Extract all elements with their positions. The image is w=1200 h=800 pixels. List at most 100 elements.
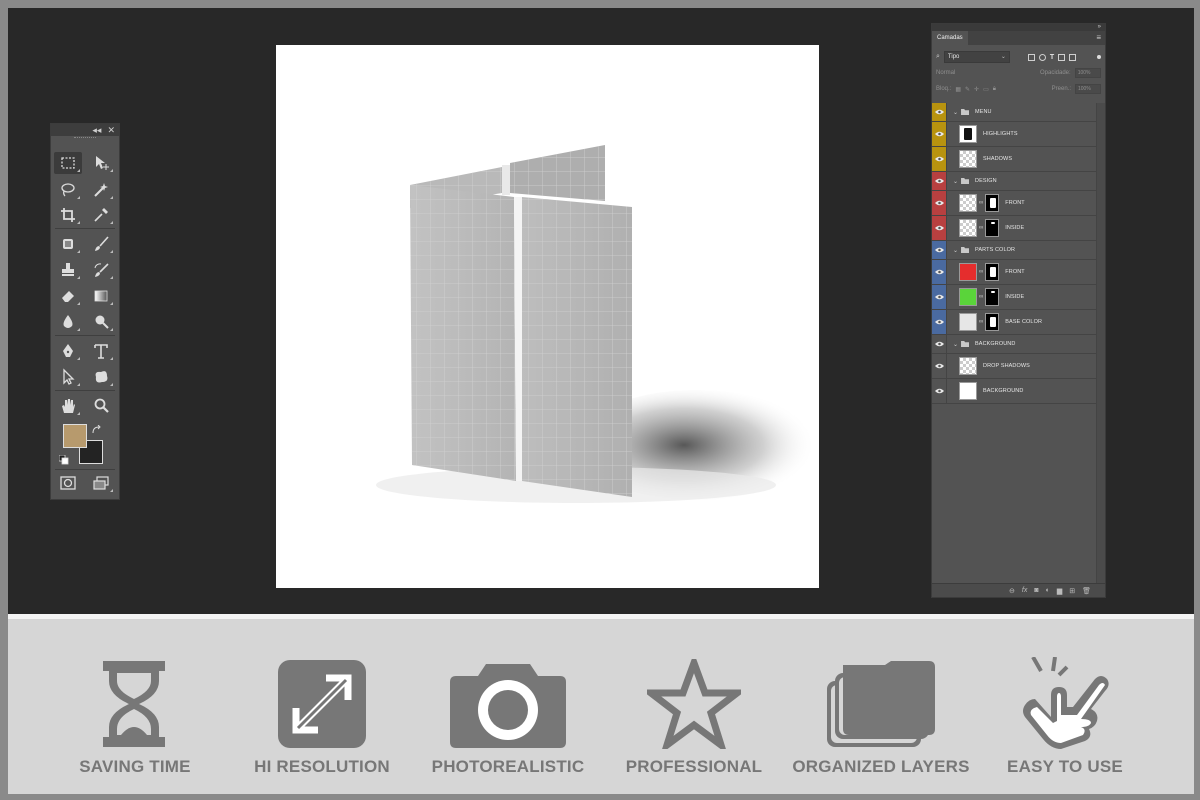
- panel-menu-icon[interactable]: ≡: [1096, 31, 1105, 45]
- visibility-eye-icon[interactable]: [932, 191, 947, 215]
- panel-grip[interactable]: [51, 136, 119, 141]
- collapse-icon[interactable]: ◂◂: [92, 125, 101, 136]
- crop-tool-icon[interactable]: [54, 204, 82, 226]
- magic-wand-tool-icon[interactable]: [87, 179, 115, 201]
- history-brush-tool-icon[interactable]: [87, 259, 115, 281]
- new-layer-icon[interactable]: ⊞: [1069, 587, 1075, 595]
- layer-mask-thumbnail[interactable]: [985, 288, 1000, 306]
- layer-row[interactable]: SHADOWS: [932, 147, 1097, 172]
- quick-mask-icon[interactable]: [54, 472, 82, 494]
- filter-shape-icon[interactable]: [1058, 53, 1066, 61]
- visibility-eye-icon[interactable]: [932, 285, 947, 309]
- layer-group[interactable]: ⌄ DESIGN: [932, 172, 1097, 191]
- gradient-tool-icon[interactable]: [87, 285, 115, 307]
- marquee-tool-icon[interactable]: [54, 152, 82, 174]
- custom-shape-tool-icon[interactable]: [87, 366, 115, 388]
- layer-row[interactable]: ∞ INSIDE: [932, 216, 1097, 241]
- link-icon[interactable]: ⊖: [1009, 587, 1015, 595]
- visibility-eye-icon[interactable]: [932, 216, 947, 240]
- filter-toggle-icon[interactable]: [1097, 55, 1101, 59]
- type-tool-icon[interactable]: [87, 340, 115, 362]
- filter-pixel-icon[interactable]: [1027, 53, 1035, 61]
- lasso-tool-icon[interactable]: [54, 179, 82, 201]
- mask-link-icon[interactable]: ∞: [979, 200, 983, 206]
- pen-tool-icon[interactable]: [54, 340, 82, 362]
- tab-layers[interactable]: Camadas: [932, 31, 968, 45]
- visibility-eye-icon[interactable]: [932, 147, 947, 171]
- layer-row[interactable]: ∞ FRONT: [932, 191, 1097, 216]
- fill-input[interactable]: 100%: [1075, 84, 1101, 94]
- eyedropper-tool-icon[interactable]: [87, 204, 115, 226]
- document-canvas[interactable]: [276, 45, 819, 588]
- mask-link-icon[interactable]: ∞: [979, 294, 983, 300]
- adjustment-icon[interactable]: ◐: [1046, 587, 1050, 594]
- feature-saving-time: SAVING TIME: [35, 620, 235, 794]
- lock-pixels-icon[interactable]: ✎: [965, 86, 970, 93]
- visibility-eye-icon[interactable]: [932, 103, 947, 121]
- layer-row[interactable]: ∞ BASE COLOR: [932, 310, 1097, 335]
- layer-thumbnail: [959, 125, 977, 143]
- visibility-eye-icon[interactable]: [932, 335, 947, 353]
- close-icon[interactable]: ✕: [107, 125, 115, 136]
- search-icon: ⌕: [936, 53, 940, 60]
- lock-position-icon[interactable]: ✛: [974, 86, 979, 93]
- default-colors-icon[interactable]: [58, 452, 69, 465]
- layer-row[interactable]: DROP SHADOWS: [932, 354, 1097, 379]
- eraser-tool-icon[interactable]: [54, 285, 82, 307]
- blur-tool-icon[interactable]: [54, 311, 82, 333]
- hourglass-icon: [101, 656, 167, 752]
- mask-link-icon[interactable]: ∞: [979, 269, 983, 275]
- visibility-eye-icon[interactable]: [932, 122, 947, 146]
- brush-tool-icon[interactable]: [87, 233, 115, 255]
- move-tool-icon[interactable]: [87, 152, 115, 174]
- visibility-eye-icon[interactable]: [932, 354, 947, 378]
- opacity-input[interactable]: 100%: [1074, 68, 1101, 78]
- mask-icon[interactable]: ◙: [1034, 587, 1038, 594]
- layer-group[interactable]: ⌄ BACKGROUND: [932, 335, 1097, 354]
- folder-icon[interactable]: ▆: [1057, 587, 1062, 595]
- filter-adjustment-icon[interactable]: [1038, 53, 1046, 61]
- dodge-tool-icon[interactable]: [87, 311, 115, 333]
- layer-row[interactable]: BACKGROUND: [932, 379, 1097, 404]
- group-chevron-icon[interactable]: ⌄: [953, 247, 958, 254]
- layer-mask-thumbnail[interactable]: [985, 313, 1000, 331]
- layer-row[interactable]: ∞ INSIDE: [932, 285, 1097, 310]
- layer-name: MENU: [975, 109, 992, 115]
- lock-all-icon[interactable]: 🔒︎: [993, 86, 996, 93]
- layer-row[interactable]: HIGHLIGHTS: [932, 122, 1097, 147]
- healing-brush-tool-icon[interactable]: [54, 233, 82, 255]
- layer-mask-thumbnail[interactable]: [985, 219, 1000, 237]
- zoom-tool-icon[interactable]: [87, 395, 115, 417]
- layers-scrollbar[interactable]: [1096, 103, 1105, 588]
- clone-stamp-tool-icon[interactable]: [54, 259, 82, 281]
- hand-tool-icon[interactable]: [54, 395, 82, 417]
- foreground-color-swatch[interactable]: [63, 424, 87, 448]
- path-selection-tool-icon[interactable]: [54, 366, 82, 388]
- filter-type-icon[interactable]: T: [1050, 54, 1054, 61]
- visibility-eye-icon[interactable]: [932, 260, 947, 284]
- swap-colors-icon[interactable]: [91, 422, 101, 434]
- filter-type-select[interactable]: Tipo ⌄: [943, 51, 1010, 63]
- lock-transparency-icon[interactable]: ▦: [955, 86, 961, 93]
- group-chevron-icon[interactable]: ⌄: [953, 341, 958, 348]
- filter-smart-object-icon[interactable]: [1069, 53, 1077, 61]
- mask-link-icon[interactable]: ∞: [979, 319, 983, 325]
- visibility-eye-icon[interactable]: [932, 172, 947, 190]
- fx-icon[interactable]: fx: [1022, 587, 1027, 594]
- trash-icon[interactable]: 🗑︎: [1082, 587, 1091, 595]
- layer-group[interactable]: ⌄ PARTS COLOR: [932, 241, 1097, 260]
- visibility-eye-icon[interactable]: [932, 241, 947, 259]
- visibility-eye-icon[interactable]: [932, 310, 947, 334]
- group-chevron-icon[interactable]: ⌄: [953, 178, 958, 185]
- visibility-eye-icon[interactable]: [932, 379, 947, 403]
- layer-mask-thumbnail[interactable]: [985, 194, 1000, 212]
- screen-mode-icon[interactable]: [87, 472, 115, 494]
- blend-mode-select[interactable]: Normal: [936, 70, 996, 76]
- layer-row[interactable]: ∞ FRONT: [932, 260, 1097, 285]
- panel-collapse-icon[interactable]: »: [932, 24, 1105, 31]
- group-chevron-icon[interactable]: ⌄: [953, 109, 958, 116]
- lock-artboard-icon[interactable]: ▭: [983, 86, 989, 93]
- mask-link-icon[interactable]: ∞: [979, 225, 983, 231]
- layer-mask-thumbnail[interactable]: [985, 263, 1000, 281]
- layer-group[interactable]: ⌄ MENU: [932, 103, 1097, 122]
